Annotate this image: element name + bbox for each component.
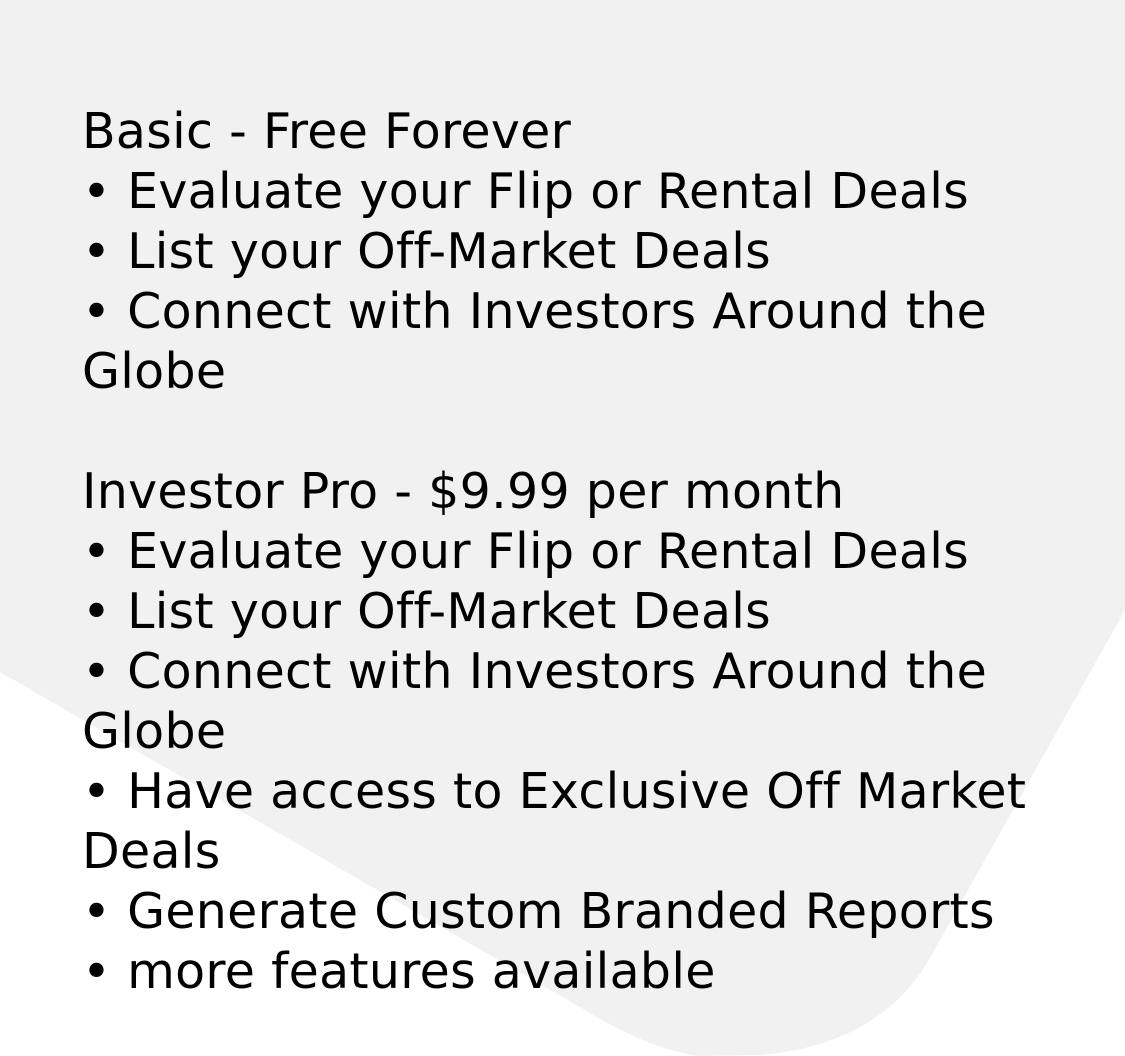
feature-item: • List your Off-Market Deals (82, 582, 1042, 642)
feature-text: more features available (127, 943, 716, 1000)
bullet-icon: • (82, 643, 112, 700)
feature-text: Generate Custom Branded Reports (127, 883, 995, 940)
feature-item: • Evaluate your Flip or Rental Deals (82, 522, 1042, 582)
feature-text: Connect with Investors Around the Globe (82, 283, 988, 400)
feature-item: • Evaluate your Flip or Rental Deals (82, 162, 1042, 222)
feature-list: • Evaluate your Flip or Rental Deals • L… (82, 162, 1042, 402)
plan-basic: Basic - Free Forever • Evaluate your Fli… (82, 102, 1042, 402)
feature-text: Connect with Investors Around the Globe (82, 643, 988, 760)
feature-item: • Generate Custom Branded Reports (82, 882, 1042, 942)
feature-item: • Have access to Exclusive Off Market De… (82, 762, 1042, 882)
bullet-icon: • (82, 523, 112, 580)
bullet-icon: • (82, 583, 112, 640)
bullet-icon: • (82, 883, 112, 940)
bullet-icon: • (82, 943, 112, 1000)
feature-text: List your Off-Market Deals (127, 223, 772, 280)
feature-item: • Connect with Investors Around the Glob… (82, 282, 1042, 402)
feature-item: • more features available (82, 942, 1042, 1002)
bullet-icon: • (82, 163, 112, 220)
bullet-icon: • (82, 223, 112, 280)
feature-text: Evaluate your Flip or Rental Deals (127, 163, 969, 220)
feature-text: Have access to Exclusive Off Market Deal… (82, 763, 1027, 880)
plan-title: Basic - Free Forever (82, 103, 572, 160)
plan-title: Investor Pro - $9.99 per month (82, 463, 845, 520)
bullet-icon: • (82, 763, 112, 820)
plans-description: Basic - Free Forever • Evaluate your Fli… (82, 102, 1042, 1002)
subscription-plans-panel: Basic - Free Forever • Evaluate your Fli… (0, 0, 1125, 1056)
plan-investor-pro: Investor Pro - $9.99 per month • Evaluat… (82, 462, 1042, 1002)
feature-text: List your Off-Market Deals (127, 583, 772, 640)
feature-item: • Connect with Investors Around the Glob… (82, 642, 1042, 762)
bullet-icon: • (82, 283, 112, 340)
feature-text: Evaluate your Flip or Rental Deals (127, 523, 969, 580)
feature-list: • Evaluate your Flip or Rental Deals • L… (82, 522, 1042, 1002)
feature-item: • List your Off-Market Deals (82, 222, 1042, 282)
